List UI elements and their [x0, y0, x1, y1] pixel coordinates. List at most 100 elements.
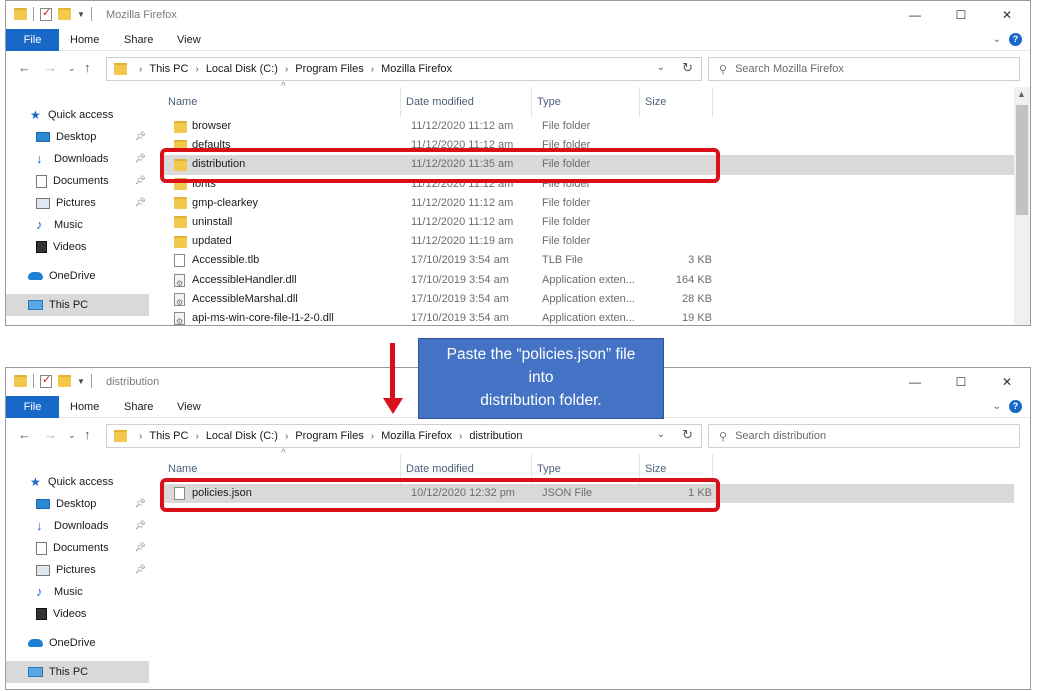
pin-icon[interactable]: 📌︎: [135, 131, 146, 142]
file-name-cell[interactable]: Accessible.tlb: [174, 251, 399, 270]
sidebar-item-downloads[interactable]: ↓ Downloads 📌︎: [6, 515, 149, 537]
new-folder-icon[interactable]: [58, 375, 71, 387]
search-input[interactable]: ⚲ Search Mozilla Firefox: [708, 57, 1020, 81]
column-name[interactable]: Name: [163, 454, 401, 484]
recent-locations-icon[interactable]: ⌄: [68, 63, 76, 74]
pin-icon[interactable]: 📌︎: [135, 498, 146, 509]
sidebar-item-downloads[interactable]: ↓ Downloads 📌︎: [6, 148, 149, 170]
tab-home[interactable]: Home: [70, 29, 99, 51]
breadcrumb-item[interactable]: Program Files: [295, 63, 363, 75]
sidebar-item-music[interactable]: ♪ Music: [6, 214, 149, 236]
table-row[interactable]: distribution 11/12/2020 11:35 am File fold…: [163, 155, 1014, 175]
chevron-right-icon[interactable]: ›: [371, 431, 374, 442]
file-name-cell[interactable]: distribution: [174, 155, 399, 174]
customize-toolbar-icon[interactable]: ▼: [77, 10, 85, 19]
maximize-icon[interactable]: ☐: [938, 368, 984, 396]
tab-view[interactable]: View: [177, 29, 201, 51]
forward-icon[interactable]: →: [44, 60, 57, 75]
chevron-down-icon[interactable]: ⌄: [657, 62, 665, 73]
expand-ribbon-icon[interactable]: ⌄: [993, 401, 1001, 412]
chevron-right-icon[interactable]: ›: [195, 64, 198, 75]
file-name-cell[interactable]: AccessibleMarshal.dll: [174, 290, 399, 309]
table-row[interactable]: defaults 11/12/2020 11:12 am File folder: [163, 136, 1014, 155]
chevron-down-icon[interactable]: ⌄: [657, 429, 665, 440]
folder-icon[interactable]: [14, 8, 27, 20]
sidebar-item-pictures[interactable]: Pictures 📌︎: [6, 559, 149, 581]
sidebar-item-desktop[interactable]: Desktop 📌︎: [6, 493, 149, 515]
pin-icon[interactable]: 📌︎: [135, 520, 146, 531]
table-row[interactable]: updated 11/12/2020 11:19 am File folder: [163, 232, 1014, 251]
tab-share[interactable]: Share: [124, 29, 153, 51]
chevron-right-icon[interactable]: ›: [195, 431, 198, 442]
sidebar-item-documents[interactable]: Documents 📌︎: [6, 537, 149, 559]
sidebar-item-documents[interactable]: Documents 📌︎: [6, 170, 149, 192]
scroll-up-icon[interactable]: ▲: [1017, 89, 1026, 99]
column-type[interactable]: Type: [532, 454, 640, 484]
table-row[interactable]: gmp-clearkey 11/12/2020 11:12 am File fold…: [163, 194, 1014, 213]
pin-icon[interactable]: 📌︎: [135, 153, 146, 164]
address-bar[interactable]: › This PC › Local Disk (C:) › Program Fi…: [106, 57, 702, 81]
chevron-right-icon[interactable]: ›: [371, 64, 374, 75]
sidebar-item-videos[interactable]: Videos: [6, 603, 149, 625]
back-icon[interactable]: ←: [18, 427, 31, 442]
sidebar-item-this-pc[interactable]: This PC: [6, 661, 149, 683]
sidebar-item-quick-access[interactable]: ★ Quick access: [6, 471, 149, 493]
sidebar-item-music[interactable]: ♪ Music: [6, 581, 149, 603]
file-name-cell[interactable]: gmp-clearkey: [174, 194, 399, 213]
file-name-cell[interactable]: api-ms-win-core-file-l1-2-0.dll: [174, 309, 399, 325]
tab-home[interactable]: Home: [70, 396, 99, 418]
column-date-modified[interactable]: Date modified: [401, 454, 532, 484]
file-name-cell[interactable]: defaults: [174, 136, 399, 155]
folder-icon[interactable]: [14, 375, 27, 387]
table-row[interactable]: policies.json 10/12/2020 12:32 pm JSON Fil…: [163, 484, 1014, 504]
file-name-cell[interactable]: policies.json: [174, 484, 399, 503]
column-date-modified[interactable]: Date modified: [401, 87, 532, 117]
breadcrumb-item[interactable]: Program Files: [295, 430, 363, 442]
sidebar-item-videos[interactable]: Videos: [6, 236, 149, 258]
tab-view[interactable]: View: [177, 396, 201, 418]
pin-icon[interactable]: 📌︎: [135, 175, 146, 186]
sidebar-item-desktop[interactable]: Desktop 📌︎: [6, 126, 149, 148]
breadcrumb-item[interactable]: This PC: [149, 63, 188, 75]
sidebar-item-onedrive[interactable]: OneDrive: [6, 265, 149, 287]
sidebar-item-quick-access[interactable]: ★ Quick access: [6, 104, 149, 126]
close-icon[interactable]: ✕: [984, 1, 1030, 29]
pin-icon[interactable]: 📌︎: [135, 564, 146, 575]
breadcrumb-item[interactable]: distribution: [469, 430, 522, 442]
help-icon[interactable]: ?: [1009, 33, 1022, 46]
file-name-cell[interactable]: fonts: [174, 175, 399, 194]
chevron-right-icon[interactable]: ›: [285, 64, 288, 75]
up-icon[interactable]: ↑: [84, 60, 91, 75]
chevron-right-icon[interactable]: ›: [459, 431, 462, 442]
forward-icon[interactable]: →: [44, 427, 57, 442]
help-icon[interactable]: ?: [1009, 400, 1022, 413]
tab-file[interactable]: File: [6, 29, 59, 51]
close-icon[interactable]: ✕: [984, 368, 1030, 396]
maximize-icon[interactable]: ☐: [938, 1, 984, 29]
new-folder-icon[interactable]: [58, 8, 71, 20]
table-row[interactable]: AccessibleHandler.dll 17/10/2019 3:54 am A…: [163, 271, 1014, 290]
refresh-icon[interactable]: ↻: [682, 427, 693, 443]
table-row[interactable]: uninstall 11/12/2020 11:12 am File folder: [163, 213, 1014, 232]
recent-locations-icon[interactable]: ⌄: [68, 430, 76, 441]
search-input[interactable]: ⚲ Search distribution: [708, 424, 1020, 448]
address-bar[interactable]: › This PC › Local Disk (C:) › Program Fi…: [106, 424, 702, 448]
up-icon[interactable]: ↑: [84, 427, 91, 442]
pin-icon[interactable]: 📌︎: [135, 542, 146, 553]
customize-toolbar-icon[interactable]: ▼: [77, 377, 85, 386]
back-icon[interactable]: ←: [18, 60, 31, 75]
column-name[interactable]: Name: [163, 87, 401, 117]
properties-icon[interactable]: [40, 6, 52, 21]
pin-icon[interactable]: 📌︎: [135, 197, 146, 208]
sidebar-item-onedrive[interactable]: OneDrive: [6, 632, 149, 654]
scrollbar-thumb[interactable]: [1016, 105, 1028, 215]
properties-icon[interactable]: [40, 373, 52, 388]
table-row[interactable]: api-ms-win-core-file-l1-2-0.dll 17/10/201…: [163, 309, 1014, 325]
chevron-right-icon[interactable]: ›: [285, 431, 288, 442]
breadcrumb-item[interactable]: Mozilla Firefox: [381, 63, 452, 75]
table-row[interactable]: AccessibleMarshal.dll 17/10/2019 3:54 am A…: [163, 290, 1014, 309]
minimize-icon[interactable]: —: [892, 1, 938, 29]
file-name-cell[interactable]: browser: [174, 117, 399, 136]
column-size[interactable]: Size: [640, 454, 713, 484]
breadcrumb-item[interactable]: This PC: [149, 430, 188, 442]
